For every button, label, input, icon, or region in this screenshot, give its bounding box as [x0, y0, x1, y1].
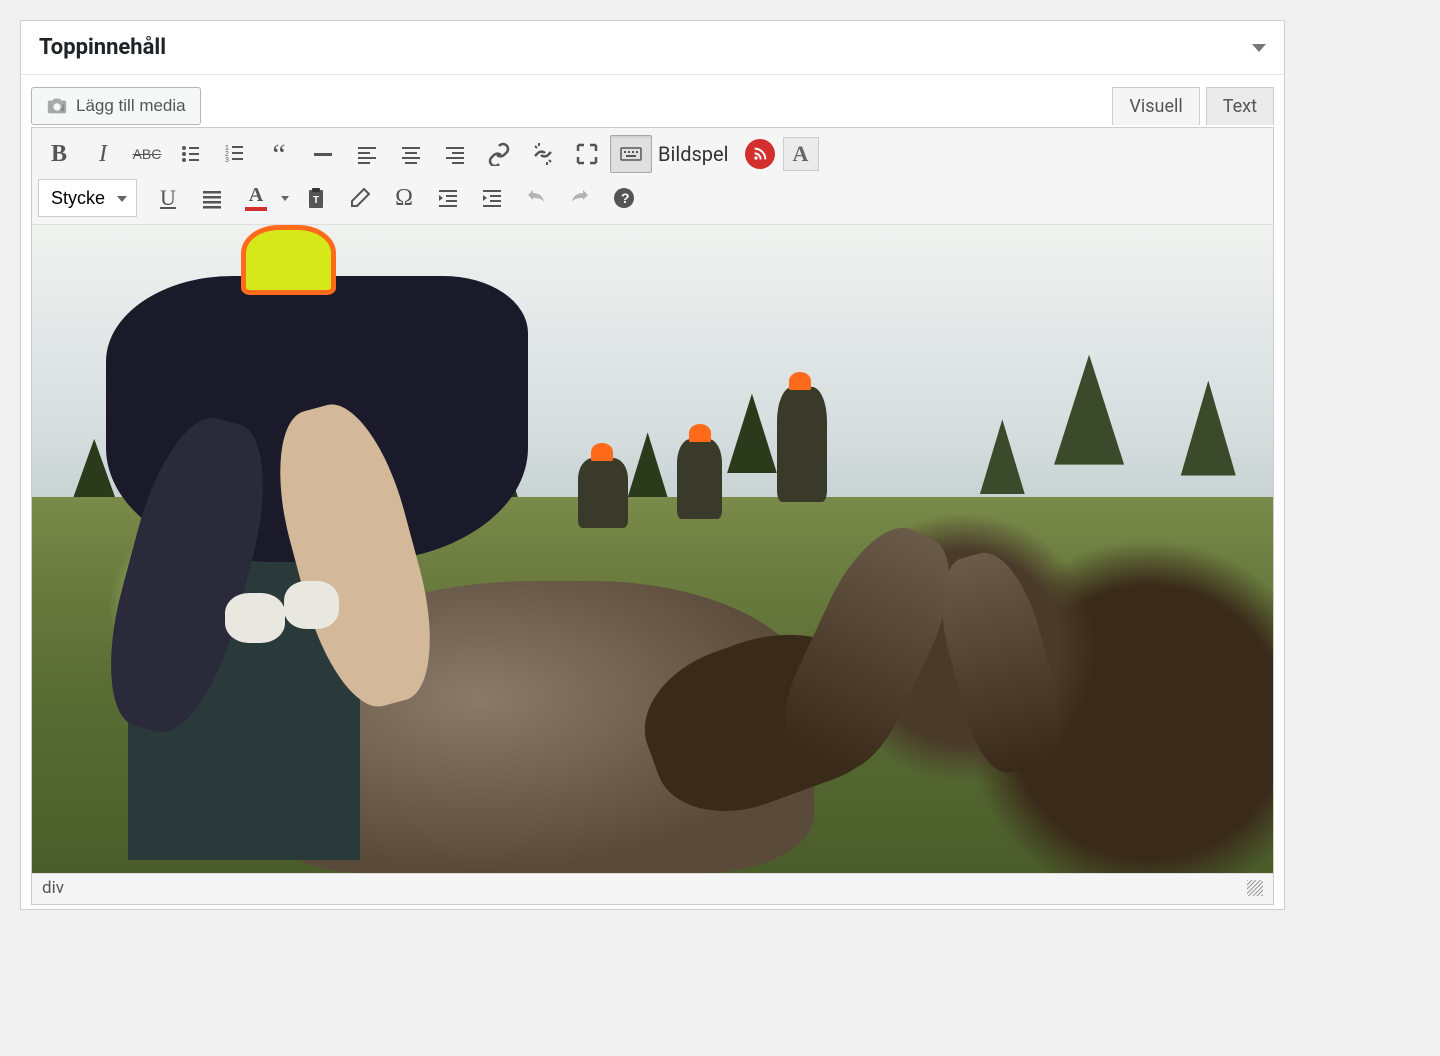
svg-text:?: ?: [621, 190, 630, 206]
paragraph-format-select[interactable]: Stycke: [38, 179, 137, 217]
eraser-icon: [348, 186, 372, 210]
fullscreen-icon: [575, 142, 599, 166]
toolbar-toggle-button[interactable]: [610, 135, 652, 173]
text-color-dropdown[interactable]: [277, 196, 293, 201]
outdent-button[interactable]: [427, 179, 469, 217]
keyboard-icon: [619, 142, 643, 166]
align-right-icon: [443, 142, 467, 166]
tab-visual[interactable]: Visuell: [1112, 87, 1199, 125]
hr-button[interactable]: [302, 135, 344, 173]
add-media-button[interactable]: Lägg till media: [31, 87, 201, 125]
svg-text:3: 3: [225, 157, 229, 164]
fullscreen-button[interactable]: [566, 135, 608, 173]
toolbar-row-1: B I ABC 123 “ Bildspel A: [38, 132, 1267, 176]
align-left-icon: [355, 142, 379, 166]
redo-icon: [568, 186, 592, 210]
media-tabs-row: Lägg till media Visuell Text: [31, 87, 1274, 125]
link-icon: [487, 142, 511, 166]
undo-icon: [524, 186, 548, 210]
indent-icon: [480, 186, 504, 210]
bullet-list-button[interactable]: [170, 135, 212, 173]
tab-text[interactable]: Text: [1206, 87, 1274, 125]
link-button[interactable]: [478, 135, 520, 173]
editor-content-area[interactable]: [32, 225, 1273, 873]
collapse-toggle-icon[interactable]: [1252, 44, 1266, 52]
clear-formatting-button[interactable]: [339, 179, 381, 217]
help-icon: ?: [612, 186, 636, 210]
align-justify-button[interactable]: [191, 179, 233, 217]
add-media-label: Lägg till media: [76, 96, 186, 116]
panel-header: Toppinnehåll: [21, 21, 1284, 75]
camera-music-icon: [46, 96, 68, 116]
format-select-wrap: Stycke: [38, 179, 137, 217]
align-center-button[interactable]: [390, 135, 432, 173]
unlink-button[interactable]: [522, 135, 564, 173]
paste-text-button[interactable]: T: [295, 179, 337, 217]
align-right-button[interactable]: [434, 135, 476, 173]
bullet-list-icon: [179, 142, 203, 166]
align-center-icon: [399, 142, 423, 166]
numbered-list-icon: 123: [223, 142, 247, 166]
toolbar-row-2: Stycke U A T Ω: [38, 176, 1267, 220]
text-color-button[interactable]: A: [235, 179, 277, 217]
bildspel-label: Bildspel: [654, 142, 737, 166]
undo-button[interactable]: [515, 179, 557, 217]
text-color-wrap: A: [235, 179, 293, 217]
panel-title: Toppinnehåll: [39, 35, 166, 60]
align-justify-icon: [200, 186, 224, 210]
textcolor-preset-button[interactable]: A: [783, 137, 819, 171]
editor-statusbar: div: [32, 873, 1273, 904]
help-button[interactable]: ?: [603, 179, 645, 217]
hr-icon: [311, 142, 335, 166]
content-image[interactable]: [32, 225, 1273, 873]
rss-icon: [752, 146, 768, 162]
blockquote-button[interactable]: “: [258, 135, 300, 173]
indent-button[interactable]: [471, 179, 513, 217]
rss-button[interactable]: [745, 139, 775, 169]
editor-panel: Toppinnehåll Lägg till media Visuell Tex…: [20, 20, 1285, 910]
special-char-button[interactable]: Ω: [383, 179, 425, 217]
clipboard-icon: T: [304, 186, 328, 210]
underline-button[interactable]: U: [147, 179, 189, 217]
outdent-icon: [436, 186, 460, 210]
editor-toolbar: B I ABC 123 “ Bildspel A: [32, 128, 1273, 225]
bold-button[interactable]: B: [38, 135, 80, 173]
numbered-list-button[interactable]: 123: [214, 135, 256, 173]
element-path[interactable]: div: [42, 878, 64, 898]
italic-button[interactable]: I: [82, 135, 124, 173]
editor-container: B I ABC 123 “ Bildspel A: [31, 127, 1274, 905]
redo-button[interactable]: [559, 179, 601, 217]
resize-handle[interactable]: [1247, 880, 1263, 896]
editor-tabs: Visuell Text: [1112, 87, 1274, 125]
text-color-swatch: [245, 207, 267, 211]
svg-text:T: T: [313, 195, 319, 206]
panel-body: Lägg till media Visuell Text B I ABC 123…: [21, 75, 1284, 909]
strikethrough-button[interactable]: ABC: [126, 135, 168, 173]
unlink-icon: [531, 142, 555, 166]
align-left-button[interactable]: [346, 135, 388, 173]
